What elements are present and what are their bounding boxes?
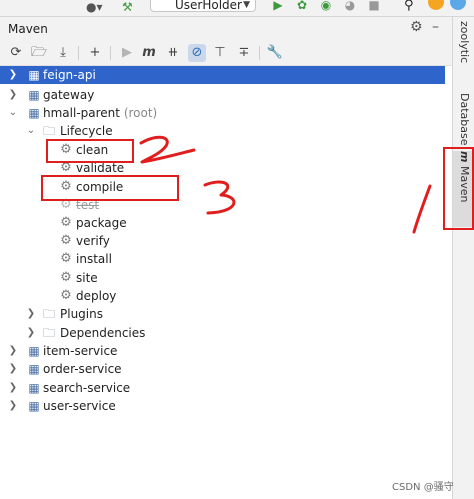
chevron-right-icon[interactable]: ❯ <box>8 360 18 378</box>
maven-module-icon: ▦ <box>28 399 40 413</box>
tree-item-dependencies[interactable]: ❯ 🗀 Dependencies <box>0 324 445 342</box>
run-configuration-select[interactable]: UserHolder ▼ <box>150 0 256 12</box>
gear-icon: ⚙ <box>60 270 72 285</box>
chevron-right-icon[interactable]: ❯ <box>26 324 36 342</box>
wrench-icon[interactable]: 🔧 <box>266 44 284 62</box>
chevron-right-icon[interactable]: ❯ <box>8 397 18 415</box>
annotation-box-maven-tab <box>443 147 474 230</box>
maven-module-icon: ▦ <box>28 381 40 395</box>
debug-icon[interactable]: ✿ <box>294 0 310 12</box>
goal-label: deploy <box>76 289 117 303</box>
maven-module-icon: ▦ <box>28 106 40 120</box>
coverage-icon[interactable]: ◉ <box>318 0 334 12</box>
tree-item-search-service[interactable]: ❯ ▦ search-service <box>0 379 445 397</box>
gear-icon: ⚙ <box>60 288 72 303</box>
chevron-down-icon: ▼ <box>243 0 250 10</box>
gear-icon: ⚙ <box>60 251 72 266</box>
lifecycle-goal-verify[interactable]: ⚙ verify <box>0 232 445 250</box>
chevron-right-icon[interactable]: ❯ <box>8 86 18 104</box>
tree-item-feign-api[interactable]: ❯ ▦ feign-api <box>0 66 445 84</box>
run-configuration-label: UserHolder <box>175 0 242 12</box>
maven-module-icon: ▦ <box>28 68 40 82</box>
run-icon[interactable]: ▶ <box>118 44 136 62</box>
right-tool-strip: zoolytic Database m Maven <box>452 17 474 499</box>
lifecycle-goal-install[interactable]: ⚙ install <box>0 250 445 268</box>
goal-label: install <box>76 252 112 266</box>
goal-label: site <box>76 271 98 285</box>
tree-item-lifecycle[interactable]: ⌄ 🗀 Lifecycle <box>0 122 445 140</box>
tab-zoolytic[interactable]: zoolytic <box>453 21 474 77</box>
skip-tests-icon[interactable]: ⊘ <box>188 44 206 62</box>
tree-item-label: gateway <box>43 88 95 102</box>
annotation-box-clean <box>46 139 134 163</box>
maven-module-icon: ▦ <box>28 344 40 358</box>
chevron-down-icon[interactable]: ⌄ <box>26 122 36 140</box>
maven-module-icon: ▦ <box>28 88 40 102</box>
reload-icon[interactable]: ⟳ <box>7 44 25 62</box>
gear-icon: ⚙ <box>60 215 72 230</box>
tree-item-label: feign-api <box>43 68 96 82</box>
add-icon[interactable]: + <box>86 44 104 62</box>
chevron-down-icon[interactable]: ⌄ <box>8 104 18 122</box>
search-everywhere-icon[interactable]: ⚲ <box>404 0 420 13</box>
chevron-right-icon[interactable]: ❯ <box>8 342 18 360</box>
gear-icon: ⚙ <box>60 233 72 248</box>
tree-item-label: Lifecycle <box>60 124 113 138</box>
execute-goal-icon[interactable]: m <box>140 44 158 62</box>
folder-icon: 🗀 <box>42 124 55 138</box>
tree-item-label: Dependencies <box>60 326 146 340</box>
tree-item-item-service[interactable]: ❯ ▦ item-service <box>0 342 445 360</box>
tree-item-label: hmall-parent (root) <box>43 106 158 120</box>
chevron-right-icon[interactable]: ❯ <box>8 379 18 397</box>
tree-item-user-service[interactable]: ❯ ▦ user-service <box>0 397 445 415</box>
maven-module-icon: ▦ <box>28 362 40 376</box>
dependencies-icon: 🗀 <box>42 326 55 340</box>
annotation-box-compile <box>41 175 179 201</box>
maven-project-tree: ❯ ▦ feign-api ❯ ▦ gateway ⌄ ▦ hmall-pare… <box>0 66 445 499</box>
chevron-right-icon[interactable]: ❯ <box>8 66 18 84</box>
run-icon[interactable]: ▶ <box>270 0 286 12</box>
generate-sources-icon[interactable]: 🗁 <box>30 44 48 62</box>
build-hammer-icon[interactable]: ⚒ <box>122 0 138 14</box>
tree-item-label: search-service <box>43 381 131 395</box>
gear-icon[interactable]: ⚙ <box>410 19 423 35</box>
ide-main-toolbar: ●▾ ⚒ UserHolder ▼ ▶ ✿ ◉ ◕ ■ ⚲ <box>0 0 474 17</box>
download-icon[interactable]: ⤓ <box>54 44 72 62</box>
stop-icon[interactable]: ■ <box>366 0 382 12</box>
tree-item-label: order-service <box>43 362 122 376</box>
toolbar-separator <box>110 46 111 60</box>
toolbar-separator <box>259 46 260 60</box>
tree-item-hmall-parent[interactable]: ⌄ ▦ hmall-parent (root) <box>0 104 445 122</box>
watermark: CSDN @骚守 <box>392 482 454 493</box>
maven-tool-window-header: Maven ⚙ – <box>0 17 452 41</box>
goal-label: package <box>76 216 127 230</box>
maven-toolbar: ⟳ 🗁 ⤓ + ▶ m ⧺ ⊘ ⊤ ∓ 🔧 <box>0 41 452 66</box>
toggle-offline-icon[interactable]: ⧺ <box>164 44 182 62</box>
ide-logo-icon <box>450 0 466 10</box>
show-dependencies-icon[interactable]: ⊤ <box>211 44 229 62</box>
user-icon[interactable]: ●▾ <box>86 0 116 14</box>
lifecycle-goal-package[interactable]: ⚙ package <box>0 214 445 232</box>
tree-item-label: item-service <box>43 344 118 358</box>
profile-icon[interactable]: ◕ <box>342 0 358 12</box>
hide-icon[interactable]: – <box>432 19 439 35</box>
chevron-right-icon[interactable]: ❯ <box>26 305 36 323</box>
lifecycle-goal-deploy[interactable]: ⚙ deploy <box>0 287 445 305</box>
tree-item-label: Plugins <box>60 307 103 321</box>
lifecycle-goal-site[interactable]: ⚙ site <box>0 269 445 287</box>
toolbar-separator <box>78 46 79 60</box>
help-icon[interactable] <box>428 0 444 10</box>
goal-label: verify <box>76 234 110 248</box>
folder-icon: 🗀 <box>42 307 55 321</box>
tree-item-label: user-service <box>43 399 116 413</box>
tree-item-plugins[interactable]: ❯ 🗀 Plugins <box>0 305 445 323</box>
tree-item-order-service[interactable]: ❯ ▦ order-service <box>0 360 445 378</box>
tree-item-gateway[interactable]: ❯ ▦ gateway <box>0 86 445 104</box>
tool-window-title: Maven <box>8 22 48 36</box>
collapse-all-icon[interactable]: ∓ <box>235 44 253 62</box>
